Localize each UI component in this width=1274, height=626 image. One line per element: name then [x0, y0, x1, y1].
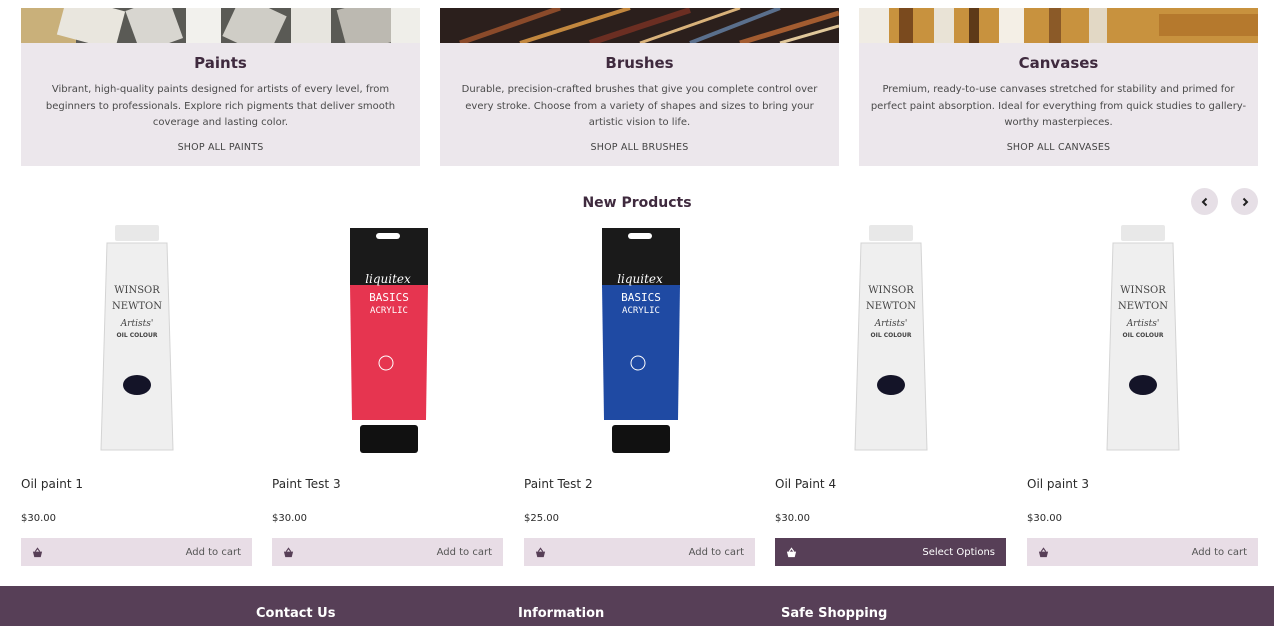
product-image[interactable]: liquitex BASICS ACRYLIC: [272, 225, 503, 459]
carousel-next-button[interactable]: [1231, 188, 1258, 215]
category-cards: Paints Vibrant, high-quality paints desi…: [0, 0, 1274, 166]
category-description: Durable, precision-crafted brushes that …: [461, 84, 818, 128]
category-title: Paints: [194, 54, 247, 72]
category-title: Brushes: [605, 54, 674, 72]
footer-heading-information: Information: [518, 606, 605, 621]
product-image[interactable]: WINSOR NEWTON Artists' OIL COLOUR: [21, 225, 252, 459]
svg-text:Artists': Artists': [119, 319, 153, 329]
basket-icon: [283, 546, 294, 557]
button-label: Add to cart: [1191, 546, 1247, 558]
product-name[interactable]: Oil paint 1: [21, 477, 83, 491]
category-description: Vibrant, high-quality paints designed fo…: [45, 84, 396, 128]
svg-text:WINSOR: WINSOR: [1120, 285, 1166, 296]
svg-text:NEWTON: NEWTON: [866, 301, 916, 312]
svg-text:liquitex: liquitex: [365, 272, 411, 286]
svg-text:WINSOR: WINSOR: [868, 285, 914, 296]
category-image-paints: [21, 8, 420, 43]
new-products-title: New Products: [582, 195, 692, 211]
product-card: WINSOR NEWTON Artists' OIL COLOUR Oil pa…: [21, 225, 252, 570]
button-label: Add to cart: [688, 546, 744, 558]
product-card: WINSOR NEWTON Artists' OIL COLOUR Oil pa…: [1027, 225, 1258, 570]
product-price: $30.00: [775, 513, 810, 524]
svg-text:NEWTON: NEWTON: [1118, 301, 1168, 312]
category-card-paints: Paints Vibrant, high-quality paints desi…: [21, 8, 420, 166]
chevron-right-icon: [1242, 197, 1248, 206]
basket-icon: [535, 546, 546, 557]
shop-all-paints-link[interactable]: SHOP ALL PAINTS: [21, 142, 420, 153]
basket-icon: [1038, 546, 1049, 557]
product-image[interactable]: WINSOR NEWTON Artists' OIL COLOUR: [1027, 225, 1258, 459]
button-label: Add to cart: [436, 546, 492, 558]
footer-heading-safe-shopping: Safe Shopping: [781, 606, 888, 621]
product-price: $30.00: [21, 513, 56, 524]
shop-all-canvases-link[interactable]: SHOP ALL CANVASES: [859, 142, 1258, 153]
add-to-cart-button[interactable]: Add to cart: [272, 538, 503, 566]
button-label: Add to cart: [185, 546, 241, 558]
svg-text:liquitex: liquitex: [617, 272, 663, 286]
svg-text:ACRYLIC: ACRYLIC: [622, 306, 660, 316]
category-card-brushes: Brushes Durable, precision-crafted brush…: [440, 8, 839, 166]
button-label: Select Options: [922, 546, 995, 558]
shop-all-brushes-link[interactable]: SHOP ALL BRUSHES: [440, 142, 839, 153]
footer-heading-contact: Contact Us: [256, 606, 336, 621]
basket-icon: [32, 546, 43, 557]
svg-text:ACRYLIC: ACRYLIC: [370, 306, 408, 316]
product-card: WINSOR NEWTON Artists' OIL COLOUR Oil Pa…: [775, 225, 1006, 570]
product-card: liquitex BASICS ACRYLIC Paint Test 3 $30…: [272, 225, 503, 570]
product-name[interactable]: Paint Test 3: [272, 477, 341, 491]
footer: Contact Us Information Safe Shopping: [0, 586, 1274, 626]
product-price: $30.00: [1027, 513, 1062, 524]
svg-text:BASICS: BASICS: [621, 291, 661, 304]
add-to-cart-button[interactable]: Add to cart: [1027, 538, 1258, 566]
category-title: Canvases: [1018, 54, 1099, 72]
product-card: liquitex BASICS ACRYLIC Paint Test 2 $25…: [524, 225, 755, 570]
add-to-cart-button[interactable]: Add to cart: [21, 538, 252, 566]
product-image[interactable]: WINSOR NEWTON Artists' OIL COLOUR: [775, 225, 1006, 459]
product-name[interactable]: Oil Paint 4: [775, 477, 836, 491]
svg-text:WINSOR: WINSOR: [114, 285, 160, 296]
svg-text:OIL COLOUR: OIL COLOUR: [870, 332, 911, 339]
chevron-left-icon: [1201, 197, 1207, 206]
carousel-prev-button[interactable]: [1191, 188, 1218, 215]
product-image[interactable]: liquitex BASICS ACRYLIC: [524, 225, 755, 459]
svg-text:OIL COLOUR: OIL COLOUR: [1122, 332, 1163, 339]
product-name[interactable]: Paint Test 2: [524, 477, 593, 491]
svg-text:OIL COLOUR: OIL COLOUR: [116, 332, 157, 339]
category-card-canvases: Canvases Premium, ready-to-use canvases …: [859, 8, 1258, 166]
product-name[interactable]: Oil paint 3: [1027, 477, 1089, 491]
svg-text:BASICS: BASICS: [369, 291, 409, 304]
svg-text:Artists': Artists': [1125, 319, 1159, 329]
category-description: Premium, ready-to-use canvases stretched…: [870, 84, 1247, 128]
category-image-brushes: [440, 8, 839, 43]
category-image-canvases: [859, 8, 1258, 43]
product-price: $30.00: [272, 513, 307, 524]
basket-icon: [786, 546, 797, 557]
svg-text:NEWTON: NEWTON: [112, 301, 162, 312]
svg-text:Artists': Artists': [873, 319, 907, 329]
product-price: $25.00: [524, 513, 559, 524]
product-carousel: WINSOR NEWTON Artists' OIL COLOUR Oil pa…: [0, 225, 1274, 570]
add-to-cart-button[interactable]: Add to cart: [524, 538, 755, 566]
select-options-button[interactable]: Select Options: [775, 538, 1006, 566]
